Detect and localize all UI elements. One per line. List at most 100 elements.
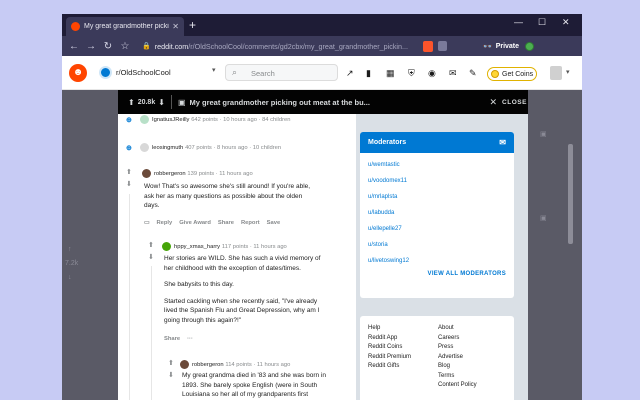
thread-line[interactable] bbox=[151, 266, 152, 400]
footer-link[interactable]: Help bbox=[368, 324, 411, 334]
comment-author[interactable]: robbergeron bbox=[154, 171, 186, 177]
footer-link[interactable]: Content Policy bbox=[438, 381, 477, 391]
share-button[interactable]: Share bbox=[218, 220, 234, 226]
footer-link[interactable]: Reddit Gifts bbox=[368, 362, 411, 372]
avatar bbox=[180, 360, 189, 369]
reply-button[interactable]: Reply bbox=[156, 220, 172, 226]
downvote-icon[interactable]: ⬇ bbox=[126, 180, 132, 188]
close-button[interactable]: CLOSE bbox=[502, 99, 527, 106]
collapsed-comment[interactable]: leosingmuth 407 points · 8 hours ago · 1… bbox=[140, 143, 281, 154]
footer-link[interactable]: Terms bbox=[438, 372, 477, 382]
search-icon: ⌕ bbox=[232, 67, 238, 77]
collapsed-comment[interactable]: IgnatiusJReilly 642 points · 10 hours ag… bbox=[140, 115, 290, 126]
background-upvote-icon: ↑ bbox=[68, 246, 72, 253]
subreddit-name[interactable]: r/OldSchoolCool bbox=[116, 68, 171, 77]
post-content: ⊕ IgnatiusJReilly 642 points · 10 hours … bbox=[118, 114, 528, 400]
give-award-button[interactable]: Give Award bbox=[179, 220, 211, 226]
comment-body: Wow! That's so awesome she's still aroun… bbox=[144, 182, 349, 211]
background-icon: ▣ bbox=[540, 215, 547, 222]
shield-icon[interactable]: ⛨ bbox=[408, 68, 415, 79]
divider bbox=[170, 95, 172, 109]
save-button[interactable]: Save bbox=[267, 220, 281, 226]
new-tab-button[interactable]: + bbox=[189, 18, 196, 32]
downvote-icon[interactable]: ⬇ bbox=[168, 371, 174, 379]
user-menu-chevron-icon[interactable]: ▾ bbox=[566, 68, 570, 76]
upvote-icon[interactable]: ⬆ bbox=[168, 359, 174, 367]
image-post-icon: ▣ bbox=[177, 97, 186, 107]
chat-icon[interactable]: ◉ bbox=[428, 68, 436, 79]
comment-text-line: 1893. She barely spoke English (were in … bbox=[182, 381, 318, 389]
reddit-logo-icon[interactable]: ☻ bbox=[69, 64, 87, 82]
post-score: 20.8k bbox=[137, 98, 156, 106]
chevron-down-icon[interactable]: ▾ bbox=[212, 66, 216, 74]
bookmark-icon[interactable]: ☆ bbox=[120, 41, 130, 52]
maximize-button[interactable]: ☐ bbox=[538, 17, 546, 28]
browser-tab[interactable]: My great grandmother picking ou ✕ bbox=[66, 17, 184, 36]
footer-link[interactable]: Press bbox=[438, 343, 477, 353]
mail-icon[interactable]: ✉ bbox=[449, 68, 457, 79]
footer-link[interactable]: Advertise bbox=[438, 353, 477, 363]
more-options-button[interactable]: ··· bbox=[187, 336, 193, 342]
moderator-link[interactable]: u/voodomex11 bbox=[368, 173, 506, 189]
all-icon[interactable]: ▦ bbox=[386, 68, 395, 79]
get-coins-button[interactable]: Get Coins bbox=[487, 67, 537, 81]
search-input[interactable]: ⌕ Search bbox=[225, 64, 338, 81]
downvote-icon[interactable]: ⬇ bbox=[158, 98, 165, 107]
user-avatar[interactable] bbox=[550, 66, 562, 80]
back-icon[interactable]: ← bbox=[69, 41, 79, 52]
create-post-icon[interactable]: ✎ bbox=[469, 68, 477, 79]
moderator-link[interactable]: u/ellepelle27 bbox=[368, 221, 506, 237]
tab-close-icon[interactable]: ✕ bbox=[172, 22, 179, 31]
close-window-button[interactable]: ✕ bbox=[562, 17, 570, 28]
report-button[interactable]: Report bbox=[241, 220, 260, 226]
brave-shield-icon[interactable] bbox=[422, 40, 433, 52]
thread-line[interactable] bbox=[129, 194, 130, 400]
forward-icon[interactable]: → bbox=[86, 41, 96, 52]
footer-link[interactable]: Blog bbox=[438, 362, 477, 372]
moderators-header: Moderators ✉ bbox=[360, 132, 514, 153]
share-button[interactable]: Share bbox=[164, 336, 180, 342]
lock-icon: 🔒 bbox=[142, 43, 151, 50]
moderator-link[interactable]: u/wemtastic bbox=[368, 157, 506, 173]
message-mods-icon[interactable]: ✉ bbox=[499, 138, 506, 147]
address-bar-row: ← → ↻ ☆ 🔒 reddit.com/r/OldSchoolCool/com… bbox=[62, 36, 582, 56]
stats-icon[interactable]: ▮ bbox=[366, 68, 371, 79]
comment-text-line: going through this again?!" bbox=[164, 316, 242, 324]
comment-author[interactable]: IgnatiusJReilly bbox=[152, 117, 189, 123]
rewards-icon[interactable] bbox=[437, 41, 447, 51]
upvote-icon[interactable]: ⬆ bbox=[128, 98, 135, 107]
footer-link[interactable]: Reddit Premium bbox=[368, 353, 411, 363]
reload-icon[interactable]: ↻ bbox=[103, 41, 113, 52]
post-title[interactable]: My great grandmother picking out meat at… bbox=[190, 98, 450, 107]
trending-icon[interactable]: ↗ bbox=[346, 68, 354, 79]
close-icon[interactable]: ✕ bbox=[490, 97, 498, 108]
comment-meta: 407 points · 8 hours ago · 10 children bbox=[185, 145, 282, 152]
comment-text-line: lived the Spanish Flu and Great Depressi… bbox=[164, 307, 320, 314]
upvote-icon[interactable]: ⬆ bbox=[126, 168, 132, 176]
tab-title: My great grandmother picking ou bbox=[84, 23, 169, 30]
scrollbar[interactable] bbox=[568, 144, 573, 244]
view-all-moderators-link[interactable]: VIEW ALL MODERATORS bbox=[368, 271, 506, 277]
footer-link[interactable]: Reddit Coins bbox=[368, 343, 411, 353]
moderator-link[interactable]: u/mrlaplsta bbox=[368, 189, 506, 205]
comment-author[interactable]: leosingmuth bbox=[152, 145, 183, 151]
footer-link[interactable]: Careers bbox=[438, 334, 477, 344]
comments-column: ⊕ IgnatiusJReilly 642 points · 10 hours … bbox=[118, 114, 356, 400]
comment-text-line: My great grandma died in '83 and she was… bbox=[182, 372, 326, 379]
reddit-header: ☻ r/OldSchoolCool ▾ ⌕ Search ↗ ▮ ▦ ⛨ ◉ ✉… bbox=[62, 56, 582, 90]
moderator-link[interactable]: u/labudda bbox=[368, 205, 506, 221]
minimize-button[interactable]: — bbox=[514, 17, 523, 27]
upvote-icon[interactable]: ⬆ bbox=[148, 241, 154, 249]
downvote-icon[interactable]: ⬇ bbox=[148, 253, 154, 261]
expand-icon[interactable]: ⊕ bbox=[126, 144, 132, 152]
footer-link[interactable]: Reddit App bbox=[368, 334, 411, 344]
footer-link[interactable]: About bbox=[438, 324, 477, 334]
comment-author[interactable]: robbergeron bbox=[192, 362, 224, 368]
moderator-link[interactable]: u/livetoswing12 bbox=[368, 253, 506, 269]
expand-icon[interactable]: ⊕ bbox=[126, 116, 132, 124]
comment-author[interactable]: hppy_xmas_harry bbox=[174, 244, 220, 250]
moderator-link[interactable]: u/storia bbox=[368, 237, 506, 253]
url-field[interactable]: reddit.com/r/OldSchoolCool/comments/gd2c… bbox=[155, 42, 417, 51]
profile-icon[interactable] bbox=[525, 41, 535, 51]
reply-icon[interactable]: ▭ bbox=[144, 220, 149, 226]
